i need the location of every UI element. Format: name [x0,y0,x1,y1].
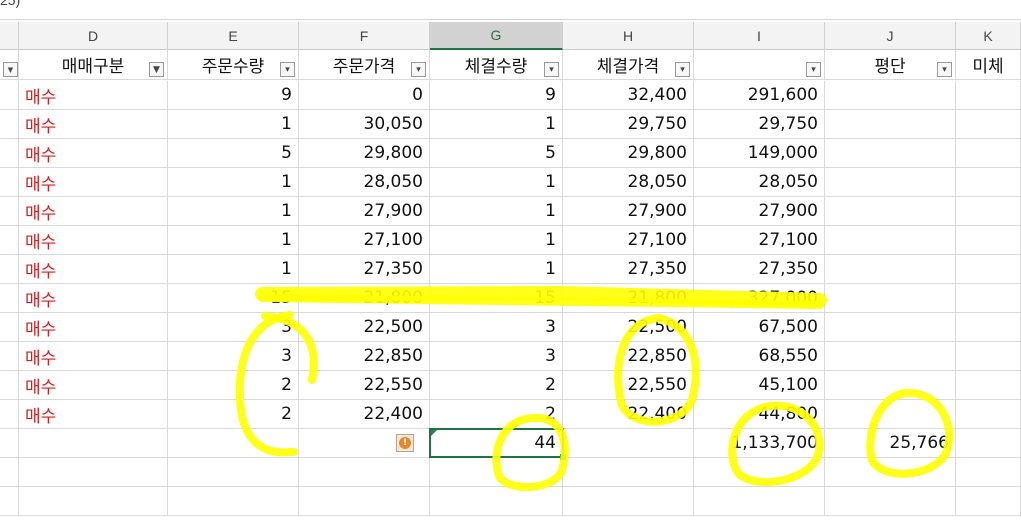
e-column-circle [235,311,298,457]
total-quantity-circle [492,413,569,491]
highlight-annotations [235,286,954,491]
average-price-circle [866,388,954,478]
total-amount-circle [728,401,824,486]
e-column-circle-top [261,312,318,384]
h-column-circle [614,314,700,426]
